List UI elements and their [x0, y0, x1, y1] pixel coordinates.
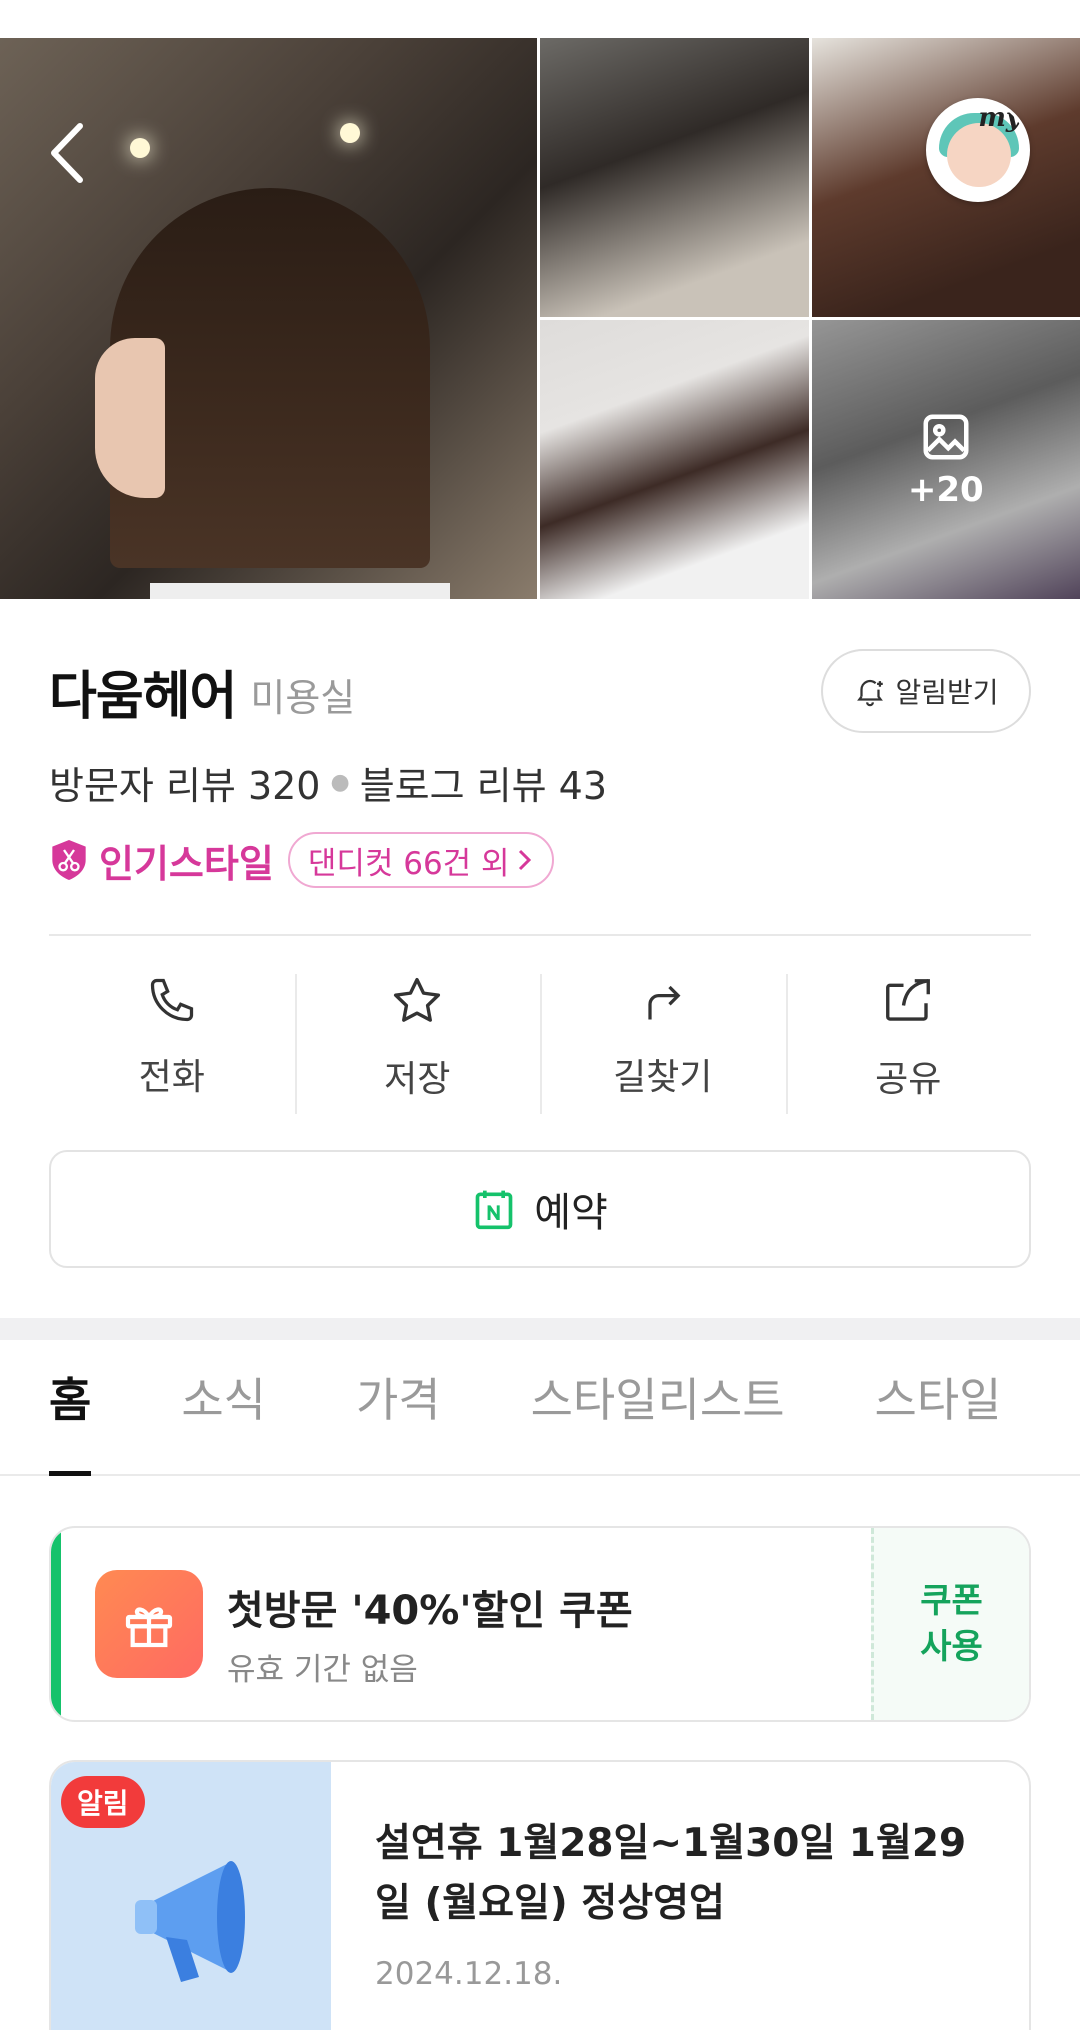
directions-button[interactable]: 길찾기: [540, 974, 786, 1114]
photo-gallery: +20 my: [0, 38, 1080, 599]
notice-card[interactable]: 알림 설연휴 1월28일~1월30일 1월29일 (월요일) 정상영업 2024…: [49, 1760, 1031, 2030]
coupon-card: 첫방문 '40%'할인 쿠폰 유효 기간 없음 쿠폰 사용: [49, 1526, 1031, 1722]
back-arrow-icon[interactable]: [44, 118, 94, 188]
share-label: 공유: [875, 1059, 942, 1100]
gallery-photo-more[interactable]: +20: [811, 320, 1080, 599]
my-profile-avatar[interactable]: my: [926, 98, 1030, 202]
save-label: 저장: [384, 1059, 451, 1100]
reserve-label: 예약: [534, 1190, 608, 1236]
naver-calendar-icon: [475, 1190, 513, 1230]
star-icon: [394, 977, 441, 1022]
popular-style-chip-label: 댄디컷 66건 외: [307, 845, 510, 882]
share-button[interactable]: 공유: [785, 974, 1032, 1114]
popular-style-chip[interactable]: 댄디컷 66건 외: [287, 832, 554, 888]
coupon-use-line1: 쿠폰: [920, 1581, 983, 1621]
share-icon: [886, 979, 931, 1021]
shop-info: 다움헤어 미용실 알림받기 방문자 리뷰 320 ● 블로그 리뷰 43 인기스…: [0, 649, 1080, 1268]
divider: [49, 934, 1031, 936]
scissors-badge-icon: [52, 840, 86, 880]
tab-stylist[interactable]: 스타일리스트: [531, 1364, 785, 1474]
separator-dot: ●: [330, 770, 350, 795]
gift-icon: [95, 1570, 203, 1678]
phone-icon: [150, 978, 193, 1022]
status-bar: [0, 0, 1080, 38]
tab-bar: 홈 소식 가격 스타일리스트 스타일: [0, 1340, 1080, 1476]
bell-plus-icon: [857, 679, 884, 707]
image-icon: [923, 414, 969, 459]
visitor-reviews-link[interactable]: 방문자 리뷰 320: [49, 755, 321, 810]
coupon-use-button[interactable]: 쿠폰 사용: [871, 1528, 1029, 1720]
notification-button[interactable]: 알림받기: [821, 649, 1031, 733]
call-label: 전화: [138, 1057, 205, 1098]
megaphone-icon: [135, 1861, 245, 1982]
gallery-photo[interactable]: [540, 320, 809, 599]
notice-date: 2024.12.18.: [375, 1956, 563, 1992]
section-separator: [0, 1318, 1080, 1340]
action-bar: 전화 저장 길찾기 공유: [49, 974, 1031, 1114]
gallery-photo[interactable]: [540, 38, 809, 317]
notification-label: 알림받기: [895, 676, 999, 709]
coupon-validity: 유효 기간 없음: [227, 1652, 418, 1688]
save-button[interactable]: 저장: [294, 974, 541, 1114]
shop-category: 미용실: [250, 675, 356, 720]
coupon-use-line2: 사용: [920, 1627, 983, 1667]
notice-image: 알림: [51, 1762, 331, 2030]
coupon-accent-bar: [51, 1528, 61, 1720]
directions-label: 길찾기: [613, 1057, 713, 1098]
directions-icon: [648, 985, 681, 1020]
coupon-title: 첫방문 '40%'할인 쿠폰: [227, 1588, 633, 1634]
shop-name: 다움헤어: [49, 666, 237, 727]
tab-style[interactable]: 스타일: [875, 1364, 1002, 1474]
notice-badge: 알림: [61, 1776, 145, 1828]
notice-title: 설연휴 1월28일~1월30일 1월29일 (월요일) 정상영업: [375, 1821, 967, 1926]
popular-style-label: 인기스타일: [99, 841, 274, 886]
more-photos-count: +20: [907, 469, 984, 510]
tab-price[interactable]: 가격: [356, 1364, 441, 1474]
my-label: my: [978, 103, 1021, 133]
tab-news[interactable]: 소식: [181, 1364, 266, 1474]
reserve-button[interactable]: 예약: [49, 1150, 1031, 1268]
tab-home[interactable]: 홈: [49, 1364, 92, 1476]
call-button[interactable]: 전화: [49, 974, 295, 1114]
blog-reviews-link[interactable]: 블로그 리뷰 43: [360, 755, 607, 810]
chevron-right-icon: [518, 849, 531, 871]
